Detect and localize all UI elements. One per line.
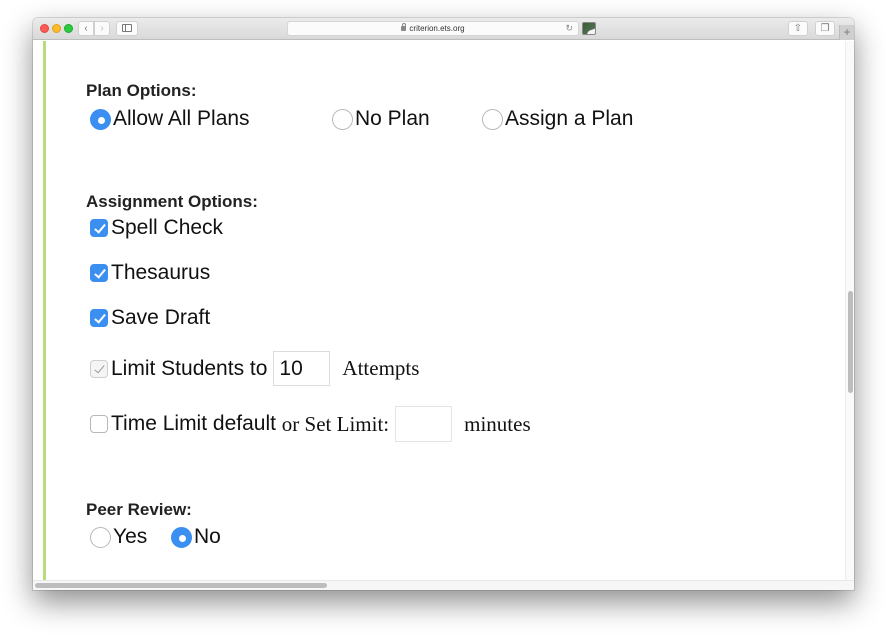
radio-button[interactable]: [90, 526, 111, 548]
radio-button-selected[interactable]: [90, 108, 111, 130]
radio-peer-review-yes[interactable]: Yes: [90, 525, 147, 549]
attempts-suffix: Attempts: [342, 356, 420, 380]
checkbox-thesaurus[interactable]: Thesaurus: [90, 261, 210, 285]
sidebar-icon: [122, 24, 132, 32]
radio-button[interactable]: [332, 108, 353, 130]
new-tab-button[interactable]: +: [839, 25, 854, 40]
assignment-options-heading: Assignment Options:: [86, 192, 258, 211]
radio-peer-review-no[interactable]: No: [171, 525, 221, 549]
option-label: Allow All Plans: [113, 107, 250, 130]
option-label: No Plan: [355, 107, 430, 130]
option-label: Spell Check: [111, 216, 224, 239]
url-text: criterion.ets.org: [409, 24, 465, 33]
share-button[interactable]: ⇧: [788, 21, 808, 36]
lock-icon: [401, 23, 407, 31]
limit-students-row: Limit Students to Attempts: [90, 351, 419, 386]
browser-window: ‹ › criterion.ets.org ↻ ⇧ ❐ + Plan Optio…: [33, 18, 854, 590]
minimize-window-button[interactable]: [52, 24, 61, 33]
show-tabs-button[interactable]: ❐: [815, 21, 835, 36]
accent-bar: [43, 41, 46, 580]
plus-icon: +: [843, 25, 851, 39]
checkbox-checked[interactable]: [90, 309, 108, 327]
share-icon: ⇧: [793, 23, 803, 34]
radio-button-selected[interactable]: [171, 526, 192, 548]
vertical-scroll-thumb[interactable]: [848, 291, 853, 393]
checkbox-checked[interactable]: [90, 264, 108, 282]
option-label: Yes: [113, 525, 148, 548]
forward-button[interactable]: ›: [94, 21, 110, 36]
vertical-scrollbar[interactable]: [845, 41, 854, 580]
chevron-right-icon: ›: [100, 23, 104, 34]
chevron-left-icon: ‹: [84, 23, 88, 34]
time-limit-label: Time Limit default: [111, 412, 276, 435]
minutes-suffix: minutes: [464, 411, 531, 436]
sidebar-toggle-button[interactable]: [116, 21, 138, 36]
radio-allow-all-plans[interactable]: Allow All Plans: [90, 107, 250, 131]
option-label: Assign a Plan: [505, 107, 634, 130]
extension-icon[interactable]: [582, 22, 596, 35]
checkbox-save-draft[interactable]: Save Draft: [90, 306, 210, 330]
address-bar[interactable]: criterion.ets.org ↻: [287, 21, 579, 36]
set-limit-label: or Set Limit:: [281, 411, 390, 436]
back-button[interactable]: ‹: [78, 21, 94, 36]
tabs-icon: ❐: [820, 23, 830, 34]
radio-assign-a-plan[interactable]: Assign a Plan: [482, 107, 633, 131]
page-content: Plan Options: Allow All Plans No Plan As…: [33, 41, 845, 580]
time-limit-row: Time Limit default or Set Limit: minutes: [90, 406, 531, 442]
radio-no-plan[interactable]: No Plan: [332, 107, 430, 131]
reload-icon[interactable]: ↻: [565, 22, 573, 35]
checkbox-spell-check[interactable]: Spell Check: [90, 216, 223, 240]
peer-review-heading: Peer Review:: [86, 500, 192, 519]
horizontal-scroll-thumb[interactable]: [35, 583, 327, 588]
browser-toolbar: ‹ › criterion.ets.org ↻ ⇧ ❐ +: [33, 18, 854, 40]
option-label: Thesaurus: [111, 261, 211, 284]
attempts-input[interactable]: [273, 351, 331, 386]
checkbox-limit-students-disabled[interactable]: [90, 359, 108, 378]
horizontal-scrollbar[interactable]: [33, 580, 854, 590]
plan-options-heading: Plan Options:: [86, 81, 197, 100]
checkbox-checked[interactable]: [90, 219, 108, 237]
checkbox-time-limit[interactable]: [90, 415, 108, 433]
close-window-button[interactable]: [40, 24, 49, 33]
minutes-input[interactable]: [395, 406, 453, 442]
option-label: Save Draft: [111, 306, 211, 329]
limit-students-label: Limit Students to: [111, 356, 268, 380]
zoom-window-button[interactable]: [64, 24, 73, 33]
option-label: No: [194, 525, 221, 548]
radio-button[interactable]: [482, 108, 503, 130]
